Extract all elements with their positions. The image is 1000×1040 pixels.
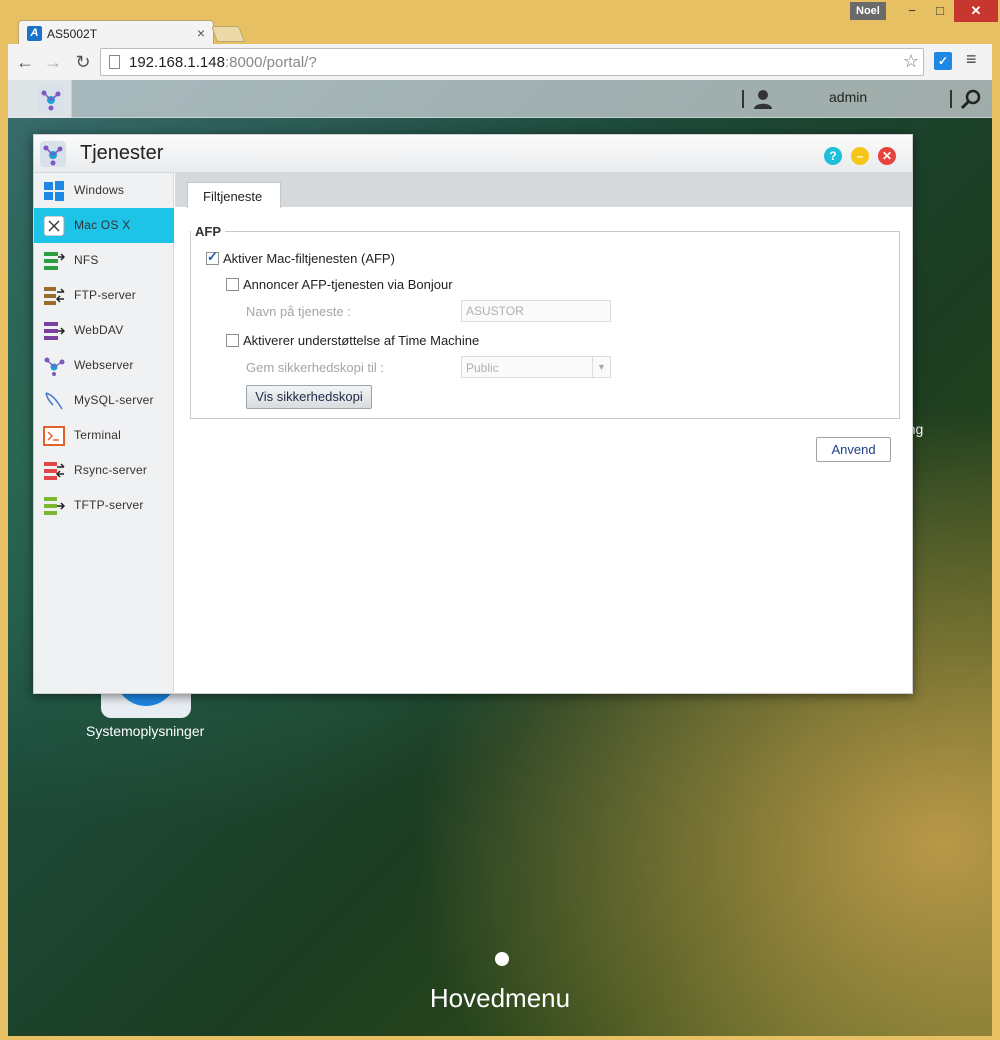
bonjour-checkbox[interactable] [226, 278, 239, 291]
adm-desktop: admin ringe Systemoplysninger Hovedmenu [8, 80, 992, 1036]
sidebar-item-webserver[interactable]: Webserver [34, 348, 174, 383]
nfs-icon [44, 252, 65, 270]
services-app-icon [40, 141, 66, 167]
mysql-server-icon [45, 392, 63, 410]
backup-to-value: Public [466, 361, 499, 375]
topbar-divider [742, 90, 744, 108]
username-label[interactable]: admin [829, 89, 867, 105]
rsync-server-icon [44, 462, 65, 480]
afp-legend: AFP [191, 224, 225, 239]
webserver-icon [44, 357, 65, 376]
main-menu-label: Hovedmenu [429, 983, 571, 1013]
services-sidebar: Windows Mac OS X NFS FTP-server WebDAV W… [34, 173, 174, 693]
webdav-icon [44, 322, 65, 340]
asustor-favicon-icon: A [27, 26, 42, 41]
home-button[interactable] [8, 80, 72, 118]
browser-toolbar: ← → ↻ 192.168.1.148:8000/portal/? ☆ ✓ ≡ [8, 44, 992, 80]
sidebar-item-label: NFS [74, 253, 99, 267]
topbar-divider [950, 90, 952, 108]
browser-tab[interactable]: A AS5002T × [18, 20, 214, 46]
time-machine-checkbox[interactable] [226, 334, 239, 347]
help-button[interactable]: ? [824, 147, 842, 165]
sidebar-item-mysql-server[interactable]: MySQL-server [34, 383, 174, 418]
windows-icon [44, 181, 64, 201]
browser-frame: A AS5002T × Noel − □ ✕ ← → ↻ 192.168.1.1… [0, 0, 1000, 1040]
page-icon [109, 55, 120, 69]
address-bar[interactable]: 192.168.1.148:8000/portal/? ☆ [100, 48, 924, 76]
sidebar-item-ftp-server[interactable]: FTP-server [34, 278, 174, 313]
enable-afp-label[interactable]: Aktiver Mac-filtjenesten (AFP) [223, 251, 395, 266]
chevron-down-icon: ▼ [592, 357, 610, 377]
service-name-input[interactable] [461, 300, 611, 322]
window-minimize-button[interactable]: − [898, 0, 926, 22]
sidebar-item-label: FTP-server [74, 288, 136, 302]
enable-afp-checkbox[interactable] [206, 249, 219, 265]
window-close-button[interactable]: ✕ [954, 0, 998, 22]
backup-to-select[interactable]: Public ▼ [461, 356, 611, 378]
services-app-icon [38, 86, 64, 112]
sidebar-item-windows[interactable]: Windows [34, 173, 174, 208]
tftp-server-icon [44, 497, 65, 515]
tab-label: Filtjeneste [203, 189, 263, 204]
sidebar-item-label: MySQL-server [74, 393, 154, 407]
url-text: 192.168.1.148:8000/portal/? [129, 54, 317, 71]
window-header[interactable]: Tjenester ? – ✕ [34, 135, 912, 173]
system-info-label[interactable]: Systemoplysninger [86, 723, 204, 739]
sidebar-item-tftp-server[interactable]: TFTP-server [34, 488, 174, 523]
close-button[interactable]: ✕ [878, 147, 896, 165]
sidebar-item-label: TFTP-server [74, 498, 144, 512]
show-backup-button[interactable]: Vis sikkerhedskopi [246, 385, 372, 409]
chrome-menu-icon[interactable]: ≡ [966, 49, 977, 70]
new-tab-button[interactable] [211, 26, 245, 42]
sidebar-item-rsync-server[interactable]: Rsync-server [34, 453, 174, 488]
bookmark-star-icon[interactable]: ☆ [903, 51, 919, 72]
terminal-icon [43, 426, 65, 446]
sidebar-item-label: Terminal [74, 428, 121, 442]
ftp-server-icon [44, 287, 65, 305]
profile-badge[interactable]: Noel [850, 2, 886, 20]
apply-button[interactable]: Anvend [816, 437, 891, 462]
forward-arrow-icon[interactable]: → [42, 51, 64, 73]
service-name-label: Navn på tjeneste : [246, 304, 351, 319]
sidebar-item-label: WebDAV [74, 323, 124, 337]
extension-icon[interactable]: ✓ [934, 52, 952, 70]
window-maximize-button[interactable]: □ [926, 0, 954, 22]
tab-strip: Filtjeneste [175, 173, 912, 208]
sidebar-item-terminal[interactable]: Terminal [34, 418, 174, 453]
mac-os-x-icon [43, 216, 65, 236]
tab-title: AS5002T [47, 27, 98, 41]
adm-topbar: admin [8, 80, 992, 118]
tab-close-icon[interactable]: × [197, 25, 205, 41]
search-icon[interactable] [960, 88, 982, 110]
page-indicator-dot[interactable] [495, 952, 509, 966]
back-arrow-icon[interactable]: ← [14, 51, 36, 73]
window-title: Tjenester [80, 142, 164, 164]
sidebar-item-label: Windows [74, 183, 125, 197]
bonjour-label[interactable]: Annoncer AFP-tjenesten via Bonjour [243, 277, 453, 292]
sidebar-item-label: Webserver [74, 358, 134, 372]
time-machine-label[interactable]: Aktiverer understøttelse af Time Machine [243, 333, 479, 348]
sidebar-item-nfs[interactable]: NFS [34, 243, 174, 278]
services-window: Tjenester ? – ✕ Windows Mac OS X NFS FTP… [33, 134, 913, 694]
sidebar-item-mac-os-x[interactable]: Mac OS X [34, 208, 174, 243]
services-content: Filtjeneste AFP Aktiver Mac-filtjenesten… [175, 173, 912, 693]
minimize-button[interactable]: – [851, 147, 869, 165]
sidebar-item-label: Mac OS X [74, 218, 131, 232]
browser-titlebar: A AS5002T × Noel − □ ✕ [0, 0, 1000, 46]
sidebar-item-label: Rsync-server [74, 463, 148, 477]
sidebar-item-webdav[interactable]: WebDAV [34, 313, 174, 348]
user-icon[interactable] [752, 88, 774, 110]
backup-to-label: Gem sikkerhedskopi til : [246, 360, 384, 375]
reload-icon[interactable]: ↻ [72, 51, 94, 73]
tab-filtjeneste[interactable]: Filtjeneste [187, 182, 281, 208]
